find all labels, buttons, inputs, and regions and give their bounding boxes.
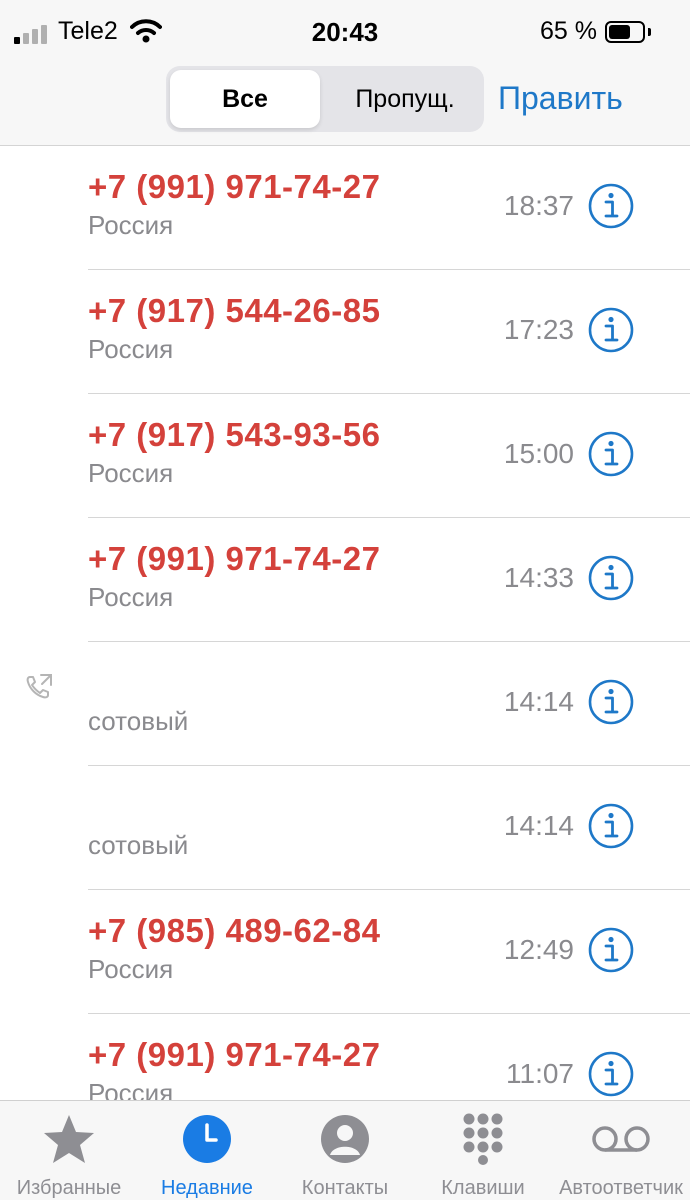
tab-favorites[interactable]: Избранные [0, 1101, 138, 1201]
caller-subtitle: Россия [88, 1078, 174, 1100]
call-time: 14:14 [503, 810, 574, 841]
call-row[interactable]: +7 (991) 971-74-27 Россия 11:07 [0, 1014, 690, 1100]
caller-number: +7 (991) 971-74-27 [88, 168, 381, 205]
call-row[interactable]: +7 (991) 971-74-27 Россия 14:33 [0, 518, 690, 642]
tab-voicemail[interactable]: Автоответчик [552, 1101, 690, 1201]
info-icon[interactable] [587, 926, 635, 974]
edit-button[interactable]: Править [498, 80, 623, 117]
info-icon[interactable] [587, 678, 635, 726]
tab-label: Автоответчик [559, 1177, 683, 1199]
keypad-icon [463, 1113, 503, 1165]
call-row[interactable]: сотовый 14:14 [0, 766, 690, 890]
call-time: 17:23 [503, 314, 574, 345]
caller-subtitle: Россия [88, 954, 174, 984]
voicemail-icon [592, 1126, 650, 1152]
call-time: 12:49 [503, 934, 574, 965]
call-time: 14:33 [503, 562, 574, 593]
caller-subtitle: Россия [88, 210, 174, 240]
caller-number: +7 (917) 543-93-56 [88, 416, 381, 453]
info-icon[interactable] [587, 306, 635, 354]
battery-percentage: 65 % [540, 17, 597, 45]
battery-tip [648, 28, 651, 36]
call-time: 14:14 [503, 686, 574, 717]
call-row[interactable]: +7 (917) 543-93-56 Россия 15:00 [0, 394, 690, 518]
caller-number: +7 (985) 489-62-84 [88, 912, 381, 949]
tab-label: Избранные [16, 1177, 122, 1199]
info-icon[interactable] [587, 430, 635, 478]
call-time: 11:07 [506, 1058, 574, 1089]
star-icon [44, 1115, 94, 1163]
caller-subtitle: Россия [88, 458, 174, 488]
caller-subtitle: сотовый [88, 830, 189, 860]
tab-bar: Избранные Недавние Контакты Клавиши Авто… [0, 1100, 690, 1200]
tab-keypad[interactable]: Клавиши [414, 1101, 552, 1201]
clock-icon [183, 1115, 231, 1163]
caller-number: +7 (991) 971-74-27 [88, 1036, 381, 1073]
call-row[interactable]: +7 (985) 489-62-84 Россия 12:49 [0, 890, 690, 1014]
tab-contacts[interactable]: Контакты [276, 1101, 414, 1201]
call-time: 18:37 [503, 190, 574, 221]
caller-subtitle: Россия [88, 334, 174, 364]
call-time: 15:00 [503, 438, 574, 469]
status-bar: Tele2 20:43 65 % [0, 0, 690, 64]
call-row[interactable]: сотовый 14:14 [0, 642, 690, 766]
segment-missed[interactable]: Пропущ. [330, 70, 480, 128]
caller-subtitle: сотовый [88, 706, 189, 736]
outgoing-call-icon [26, 674, 52, 699]
info-icon[interactable] [587, 1050, 635, 1098]
caller-number: +7 (991) 971-74-27 [88, 540, 381, 577]
tab-label: Клавиши [441, 1177, 525, 1199]
info-icon[interactable] [587, 554, 635, 602]
filter-segmented-control: Все Пропущ. [166, 66, 484, 132]
caller-number: +7 (917) 544-26-85 [88, 292, 381, 329]
recent-calls-list: +7 (991) 971-74-27 Россия 18:37 +7 (917) 54… [0, 146, 690, 1100]
contact-icon [321, 1115, 369, 1163]
tab-recents[interactable]: Недавние [138, 1101, 276, 1201]
battery-icon [605, 21, 645, 43]
tab-label: Недавние [161, 1177, 253, 1199]
call-row[interactable]: +7 (917) 544-26-85 Россия 17:23 [0, 270, 690, 394]
call-row[interactable]: +7 (991) 971-74-27 Россия 18:37 [0, 146, 690, 270]
caller-subtitle: Россия [88, 582, 174, 612]
tab-label: Контакты [301, 1177, 389, 1199]
info-icon[interactable] [587, 802, 635, 850]
segment-all[interactable]: Все [170, 70, 320, 128]
info-icon[interactable] [587, 182, 635, 230]
